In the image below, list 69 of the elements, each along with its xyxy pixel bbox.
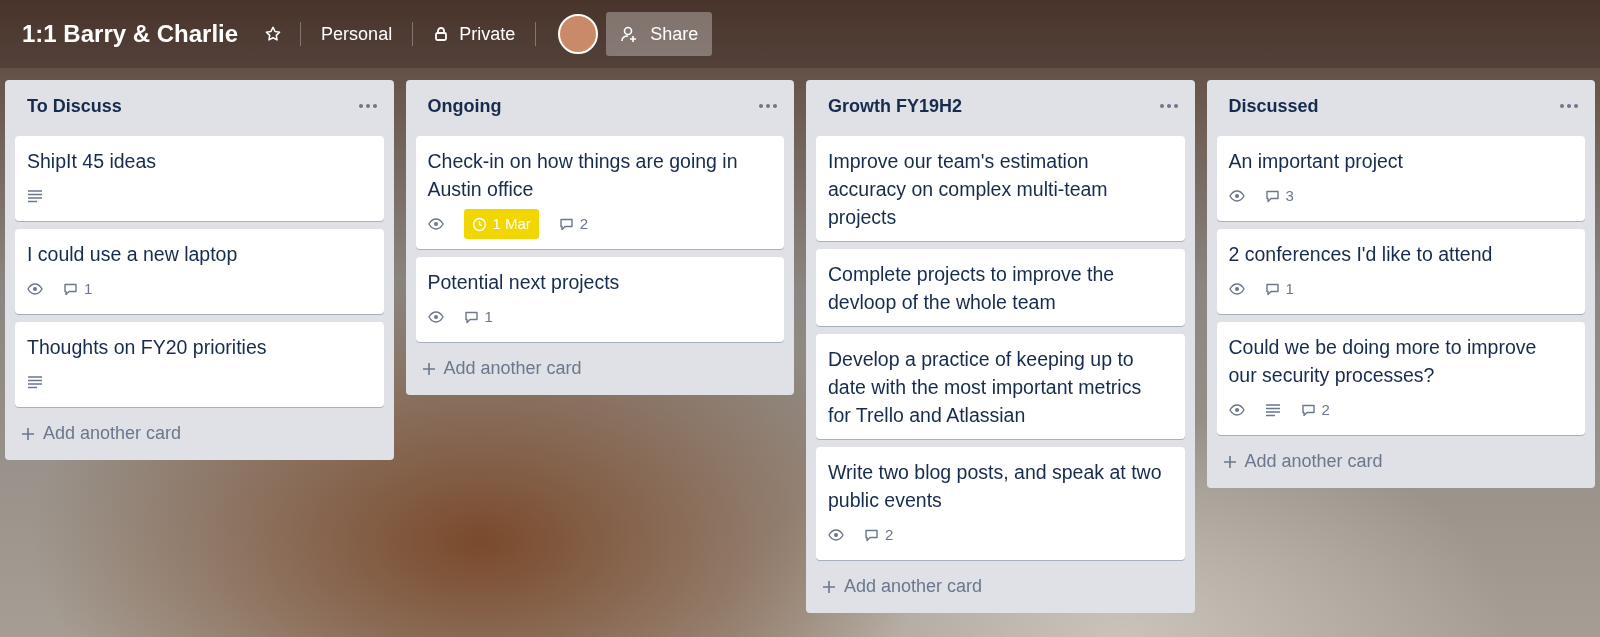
eye-icon <box>427 311 444 323</box>
visibility-button[interactable]: Private <box>427 17 522 51</box>
clock-icon <box>471 216 487 232</box>
add-card-button[interactable]: Add another card <box>816 568 1185 605</box>
description-icon <box>1264 403 1281 417</box>
card[interactable]: An important project 3 <box>1216 136 1585 221</box>
card[interactable]: Could we be doing more to improve our security processes? 2 <box>1216 322 1585 435</box>
card[interactable]: Potential next projects 1 <box>415 257 784 342</box>
more-icon[interactable] <box>1158 103 1179 109</box>
card[interactable]: Improve our team's estimation accuracy on complex multi-team projects <box>816 136 1185 241</box>
card-title: Potential next projects <box>427 270 621 295</box>
eye-icon <box>427 218 444 230</box>
card[interactable]: Write two blog posts, and speak at two public events 2 <box>816 447 1185 560</box>
plus-icon <box>822 579 836 594</box>
share-button[interactable]: Share <box>606 12 713 56</box>
eye-icon <box>1228 190 1245 202</box>
eye-icon <box>828 529 844 541</box>
card-title: Develop a practice of keeping up to date with the most important metrics for Trello and Atlassian <box>828 347 1143 428</box>
comment-icon <box>63 282 78 296</box>
description-icon <box>27 189 43 203</box>
list-title[interactable]: Ongoing <box>427 95 502 117</box>
card-title: Could we be doing more to improve our security processes? <box>1228 335 1538 388</box>
team-button[interactable]: Personal <box>315 17 399 51</box>
card-title: I could use a new laptop <box>27 242 239 267</box>
card-title: Complete projects to improve the devloop of the whole team <box>828 262 1116 315</box>
plus-icon <box>421 361 436 376</box>
comment-count: 1 <box>84 279 93 299</box>
more-icon[interactable] <box>758 103 778 109</box>
comment-count: 1 <box>484 307 493 327</box>
board-title[interactable]: 1:1 Barry & Charlie <box>22 20 239 48</box>
card-title: 2 conferences I'd like to attend <box>1228 242 1494 267</box>
eye-icon <box>27 283 43 295</box>
comment-count: 1 <box>1285 279 1294 299</box>
description-icon <box>27 375 43 389</box>
more-icon[interactable] <box>1559 103 1579 109</box>
comment-icon <box>1264 189 1280 203</box>
card[interactable]: I could use a new laptop 1 <box>15 229 384 314</box>
comment-icon <box>1300 403 1316 417</box>
add-person-icon <box>620 25 639 43</box>
more-icon[interactable] <box>357 103 378 109</box>
lock-icon <box>433 26 450 42</box>
comment-icon <box>558 217 574 231</box>
card-title: An important project <box>1228 149 1404 174</box>
comment-count: 2 <box>1321 400 1330 420</box>
add-card-button[interactable]: Add another card <box>15 415 384 452</box>
comment-icon <box>1264 282 1280 296</box>
card-title: Write two blog posts, and speak at two public events <box>828 460 1163 513</box>
card[interactable]: 2 conferences I'd like to attend 1 <box>1216 229 1585 314</box>
card[interactable]: Thoughts on FY20 priorities <box>15 322 384 407</box>
card-title: ShipIt 45 ideas <box>27 149 157 174</box>
card-title: Check-in on how things are going in Austin office <box>427 149 739 202</box>
card[interactable]: Complete projects to improve the devloop of the whole team <box>816 249 1185 326</box>
list-title[interactable]: Growth FY19H2 <box>828 95 963 117</box>
plus-icon <box>1222 454 1237 469</box>
comment-icon <box>463 310 479 324</box>
comment-icon <box>864 528 879 542</box>
comment-count: 2 <box>579 214 589 234</box>
card-title: Thoughts on FY20 priorities <box>27 335 268 360</box>
comment-count: 2 <box>885 525 894 545</box>
list-title[interactable]: To Discuss <box>27 95 122 117</box>
card[interactable]: Develop a practice of keeping up to date with the most important metrics for Trello and Atlassian <box>816 334 1185 439</box>
eye-icon <box>1228 404 1245 416</box>
comment-count: 3 <box>1285 186 1294 206</box>
list-title[interactable]: Discussed <box>1228 95 1319 117</box>
plus-icon <box>21 426 35 441</box>
eye-icon <box>1228 283 1245 295</box>
card-title: Improve our team's estimation accuracy on complex multi-team projects <box>828 149 1109 230</box>
card[interactable]: ShipIt 45 ideas <box>15 136 384 221</box>
card[interactable]: Check-in on how things are going in Austin office 1 Mar 2 <box>415 136 784 249</box>
